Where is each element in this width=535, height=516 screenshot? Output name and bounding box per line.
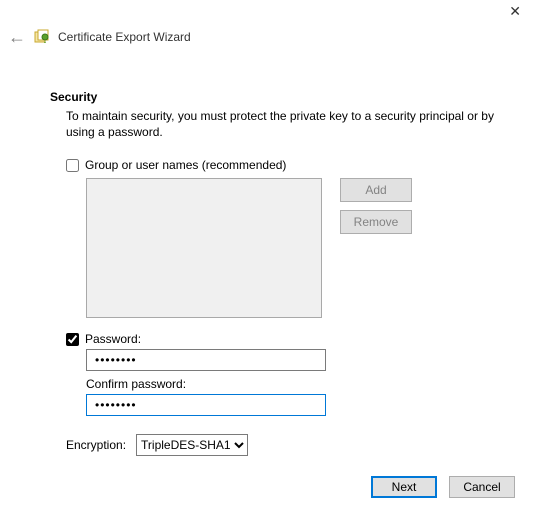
wizard-title: Certificate Export Wizard (58, 30, 191, 44)
next-button[interactable]: Next (371, 476, 437, 498)
confirm-password-input[interactable] (86, 394, 326, 416)
confirm-password-label: Confirm password: (86, 377, 515, 391)
section-description: To maintain security, you must protect t… (66, 108, 515, 140)
encryption-label: Encryption: (66, 438, 126, 452)
back-arrow-icon[interactable]: ← (8, 28, 26, 46)
section-heading: Security (50, 90, 515, 104)
cancel-button[interactable]: Cancel (449, 476, 515, 498)
remove-button[interactable]: Remove (340, 210, 412, 234)
group-user-names-checkbox[interactable] (66, 159, 79, 172)
password-label: Password: (85, 332, 141, 346)
password-input[interactable] (86, 349, 326, 371)
close-icon[interactable]: ✕ (509, 3, 521, 20)
group-user-names-list (86, 178, 322, 318)
certificate-wizard-icon (34, 29, 50, 45)
group-user-names-label: Group or user names (recommended) (85, 158, 286, 172)
password-checkbox[interactable] (66, 333, 79, 346)
encryption-select[interactable]: TripleDES-SHA1 (136, 434, 248, 456)
add-button[interactable]: Add (340, 178, 412, 202)
